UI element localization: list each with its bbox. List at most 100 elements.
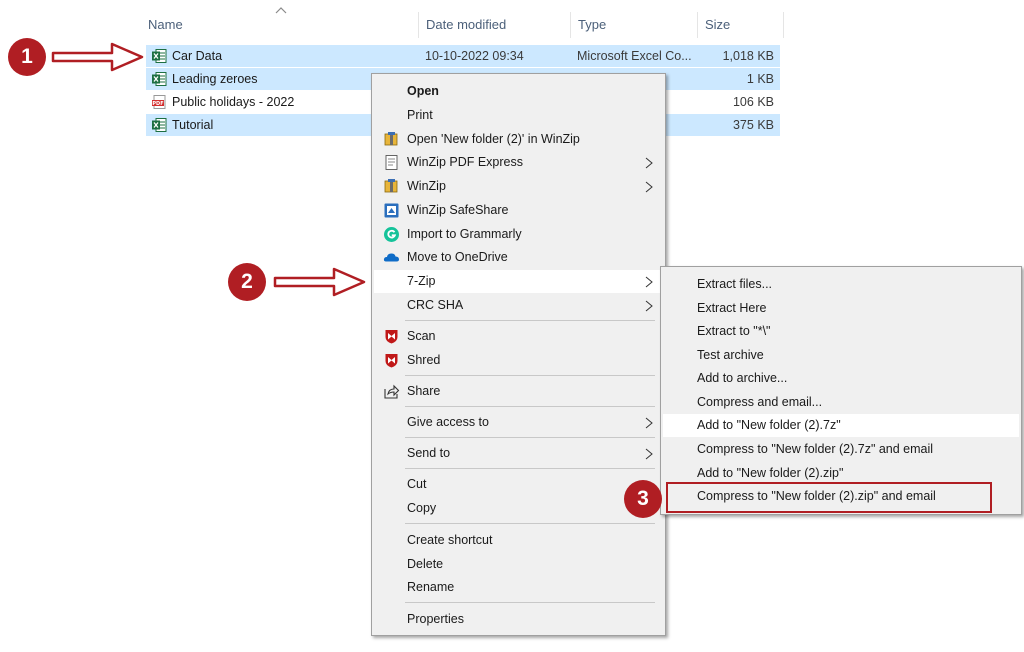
- menu-item-label: WinZip: [407, 179, 446, 193]
- menu-item-label: Open: [407, 84, 439, 98]
- 7-zip-submenu: Extract files... Extract Here Extract to…: [660, 266, 1022, 515]
- menu-separator: [405, 320, 655, 321]
- menu-item-open[interactable]: Open: [374, 80, 663, 103]
- menu-item-scan[interactable]: Scan: [374, 325, 663, 348]
- menu-item-winzip-pdf-express[interactable]: WinZip PDF Express: [374, 151, 663, 174]
- menu-item-label: WinZip PDF Express: [407, 155, 523, 169]
- step-badge-2: 2: [228, 263, 266, 301]
- column-header-type[interactable]: Type: [570, 12, 697, 38]
- chevron-right-icon: [645, 300, 653, 312]
- menu-item-send-to[interactable]: Send to: [374, 442, 663, 465]
- submenu-item-extract-files[interactable]: Extract files...: [663, 273, 1019, 296]
- menu-item-move-to-onedrive[interactable]: Move to OneDrive: [374, 246, 663, 269]
- step-badge-3: 3: [624, 480, 662, 518]
- menu-item-label: Print: [407, 108, 433, 122]
- svg-text:PDF: PDF: [152, 101, 163, 107]
- menu-item-label: Properties: [407, 612, 464, 626]
- excel-file-icon: [152, 72, 167, 86]
- file-type: Microsoft Excel Co...: [577, 49, 692, 63]
- menu-item-shred[interactable]: Shred: [374, 349, 663, 372]
- menu-item-share[interactable]: Share: [374, 380, 663, 403]
- menu-item-create-shortcut[interactable]: Create shortcut: [374, 529, 663, 552]
- menu-item-label: Extract to "*\": [697, 324, 771, 338]
- submenu-item-compress-and-email[interactable]: Compress and email...: [663, 391, 1019, 414]
- menu-item-7-zip[interactable]: 7-Zip: [374, 270, 663, 293]
- mcafee-shield-icon: [385, 354, 398, 368]
- menu-item-label: Give access to: [407, 415, 489, 429]
- onedrive-cloud-icon: [383, 253, 399, 262]
- menu-item-print[interactable]: Print: [374, 104, 663, 127]
- menu-item-label: Test archive: [697, 348, 764, 362]
- menu-item-label: Send to: [407, 446, 451, 460]
- menu-item-label: Compress and email...: [697, 395, 823, 409]
- menu-separator: [405, 468, 655, 469]
- grammarly-icon: [384, 227, 399, 242]
- pdf-file-icon: PDF: [152, 95, 166, 109]
- excel-file-icon: [152, 49, 167, 63]
- menu-item-delete[interactable]: Delete: [374, 553, 663, 576]
- menu-item-label: Rename: [407, 580, 455, 594]
- chevron-right-icon: [645, 276, 653, 288]
- menu-item-label: Open 'New folder (2)' in WinZip: [407, 132, 580, 146]
- column-header-size[interactable]: Size: [697, 12, 783, 38]
- share-icon: [384, 384, 400, 399]
- file-row-car-data[interactable]: Car Data 10-10-2022 09:34 Microsoft Exce…: [146, 45, 780, 67]
- menu-separator: [405, 406, 655, 407]
- menu-item-label: Import to Grammarly: [407, 227, 522, 241]
- file-size: 1 KB: [746, 72, 774, 86]
- menu-item-label: Shred: [407, 353, 441, 367]
- menu-item-label: Extract Here: [697, 301, 767, 315]
- menu-item-winzip-safeshare[interactable]: WinZip SafeShare: [374, 199, 663, 222]
- menu-item-label: Add to "New folder (2).zip": [697, 466, 844, 480]
- arrow-right-icon: [51, 42, 144, 72]
- menu-item-cut[interactable]: Cut: [374, 473, 663, 496]
- submenu-item-extract-here[interactable]: Extract Here: [663, 297, 1019, 320]
- menu-item-label: Cut: [407, 477, 427, 491]
- chevron-right-icon: [645, 157, 653, 169]
- file-size: 1,018 KB: [722, 49, 774, 63]
- file-date: 10-10-2022 09:34: [425, 49, 524, 63]
- menu-item-label: 7-Zip: [407, 274, 436, 288]
- submenu-item-add-to-archive[interactable]: Add to archive...: [663, 367, 1019, 390]
- menu-separator: [405, 437, 655, 438]
- menu-item-label: Share: [407, 384, 441, 398]
- menu-separator: [405, 523, 655, 524]
- file-size: 375 KB: [732, 118, 774, 132]
- arrow-right-icon: [273, 267, 366, 297]
- submenu-item-compress-7z-email[interactable]: Compress to "New folder (2).7z" and emai…: [663, 438, 1019, 461]
- menu-item-copy[interactable]: Copy: [374, 497, 663, 520]
- column-header-name[interactable]: Name: [140, 12, 418, 38]
- mcafee-shield-icon: [385, 330, 398, 344]
- menu-item-label: Scan: [407, 329, 436, 343]
- submenu-item-add-to-7z[interactable]: Add to "New folder (2).7z": [663, 414, 1019, 437]
- excel-file-icon: [152, 118, 167, 132]
- file-size: 106 KB: [732, 95, 774, 109]
- chevron-right-icon: [645, 181, 653, 193]
- winzip-icon: [384, 179, 398, 193]
- menu-item-label: Create shortcut: [407, 533, 493, 547]
- winzip-safeshare-icon: [384, 203, 399, 218]
- menu-item-winzip[interactable]: WinZip: [374, 175, 663, 198]
- menu-item-label: Delete: [407, 557, 444, 571]
- menu-item-label: Add to archive...: [697, 371, 788, 385]
- column-header-date-modified[interactable]: Date modified: [418, 12, 570, 38]
- menu-item-rename[interactable]: Rename: [374, 576, 663, 599]
- winzip-icon: [384, 132, 398, 146]
- step-badge-1: 1: [8, 38, 46, 76]
- file-name: Car Data: [172, 49, 223, 63]
- menu-item-crc-sha[interactable]: CRC SHA: [374, 294, 663, 317]
- menu-item-import-to-grammarly[interactable]: Import to Grammarly: [374, 223, 663, 246]
- menu-item-label: Copy: [407, 501, 437, 515]
- submenu-item-test-archive[interactable]: Test archive: [663, 344, 1019, 367]
- menu-item-label: WinZip SafeShare: [407, 203, 509, 217]
- menu-item-give-access-to[interactable]: Give access to: [374, 411, 663, 434]
- winzip-pdf-icon: [385, 155, 398, 170]
- menu-item-label: Compress to "New folder (2).7z" and emai…: [697, 442, 934, 456]
- menu-separator: [405, 602, 655, 603]
- chevron-right-icon: [645, 448, 653, 460]
- menu-separator: [405, 375, 655, 376]
- column-divider[interactable]: [783, 12, 784, 38]
- submenu-item-extract-to[interactable]: Extract to "*\": [663, 320, 1019, 343]
- menu-item-properties[interactable]: Properties: [374, 608, 663, 631]
- menu-item-open-in-winzip[interactable]: Open 'New folder (2)' in WinZip: [374, 128, 663, 151]
